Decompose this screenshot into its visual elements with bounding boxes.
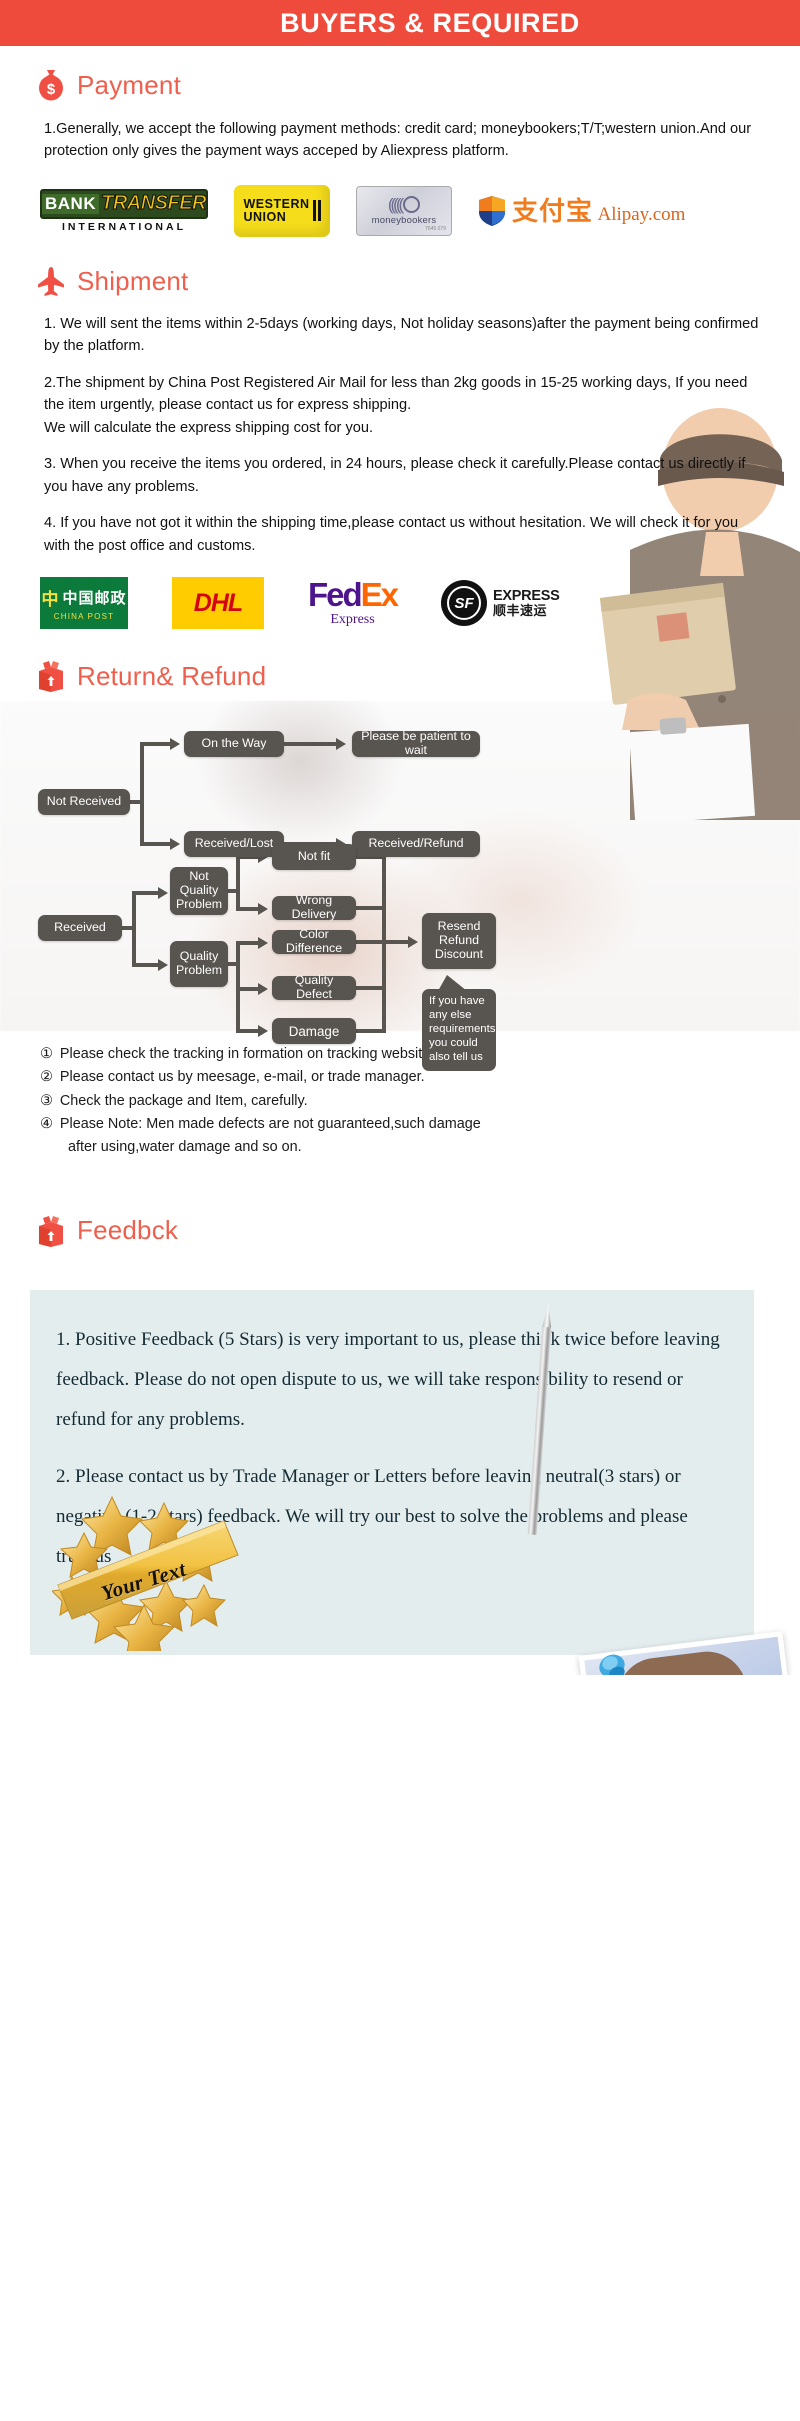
list-item: ① Please check the tracking in formation…: [40, 1043, 764, 1066]
western-union-line2: UNION: [243, 209, 287, 224]
note-text-2: Please contact us by meesage, e-mail, or…: [59, 1069, 425, 1086]
section-title-shipment: Shipment: [77, 266, 189, 297]
bank-transfer-word2: TRANSFER: [101, 192, 207, 215]
airplane-icon: [36, 265, 66, 299]
sf-initials: SF: [447, 586, 482, 621]
china-post-mark-icon: 中: [41, 590, 59, 610]
shipment-description: 1. We will sent the items within 2-5days…: [0, 313, 800, 557]
flow-node-on-the-way: On the Way: [184, 731, 284, 758]
return-refund-notes: ① Please check the tracking in formation…: [0, 1043, 800, 1160]
china-post-english-name: CHINA POST: [53, 612, 115, 622]
note-text-3: Check the package and Item, carefully.: [59, 1092, 308, 1109]
fedex-part2: Ex: [360, 576, 399, 614]
feedback-paragraph-1: 1. Positive Feedback (5 Stars) is very i…: [56, 1328, 720, 1430]
open-box-icon: [36, 1214, 66, 1248]
pushpin-icon: [586, 1650, 630, 1676]
payment-description: 1.Generally, we accept the following pay…: [0, 118, 800, 163]
payment-methods-row: BANK TRANSFER INTERNATIONAL WESTERN UNIO…: [0, 184, 800, 237]
section-header-return-refund: Return& Refund: [0, 659, 800, 693]
page-banner: BUYERS & REQUIRED: [0, 0, 800, 46]
fedex-subtitle: Express: [330, 612, 375, 628]
section-header-feedback: Feedbck: [0, 1214, 800, 1248]
flow-node-damage: Damage: [272, 1018, 356, 1045]
flow-node-received-lost: Received/Lost: [184, 831, 284, 858]
note-number-2: ②: [40, 1069, 53, 1086]
bank-transfer-word1: BANK: [42, 193, 100, 214]
alipay-chinese-name: 支付宝: [512, 195, 594, 226]
sf-english-name: EXPRESS: [493, 587, 560, 604]
note-text-4: Please Note: Men made defects are not gu…: [59, 1116, 481, 1133]
dhl-wordmark: DHL: [193, 588, 243, 617]
product-description-page: BUYERS & REQUIRED $ Payment 1.Generally,…: [0, 0, 800, 1676]
section-title-payment: Payment: [77, 69, 182, 100]
note-number-4: ④: [40, 1116, 53, 1133]
list-item: ③ Check the package and Item, carefully.: [40, 1090, 764, 1113]
section-header-payment: $ Payment: [0, 68, 800, 102]
fedex-part1: Fed: [308, 576, 363, 614]
flow-node-not-received: Not Received: [38, 789, 130, 816]
shipping-carriers-row: 中 中国邮政 CHINA POST DHL FedEx Express SF E…: [0, 576, 800, 630]
moneybookers-tiny-digits: 7645 079: [425, 225, 446, 232]
section-title-return-refund: Return& Refund: [77, 660, 267, 691]
note-number-3: ③: [40, 1092, 53, 1109]
svg-text:$: $: [47, 81, 56, 98]
flow-node-not-fit: Not fit: [272, 844, 356, 871]
flow-node-wrong-delivery: Wrong Delivery: [272, 893, 356, 921]
list-item: ② Please contact us by meesage, e-mail, …: [40, 1066, 764, 1089]
moneybookers-waves-icon: (((((: [388, 195, 421, 213]
section-title-feedback: Feedbck: [77, 1215, 179, 1246]
flow-node-received: Received: [38, 915, 122, 942]
moneybookers-logo: ((((( moneybookers 7645 079: [356, 185, 452, 236]
bank-transfer-logo: BANK TRANSFER INTERNATIONAL: [40, 188, 208, 233]
note-number-1: ①: [40, 1046, 53, 1063]
note-text-4-continued: after using,water damage and so on.: [68, 1139, 302, 1156]
flow-node-please-wait: Please be patient to wait: [352, 729, 480, 758]
money-bag-icon: $: [36, 68, 66, 102]
moneybookers-label: moneybookers: [371, 214, 437, 226]
list-item: ④ Please Note: Men made defects are not …: [40, 1113, 764, 1136]
shipment-item-1: 1. We will sent the items within 2-5days…: [44, 315, 759, 355]
sf-mark-icon: SF: [441, 580, 488, 627]
dhl-logo: DHL: [172, 577, 264, 630]
shipment-item-3: 3. When you receive the items you ordere…: [44, 456, 746, 495]
shield-icon: [478, 195, 506, 227]
flow-node-resend-refund-discount: Resend Refund Discount: [422, 913, 496, 970]
section-header-shipment: Shipment: [0, 265, 800, 299]
note-text-1: Please check the tracking in formation o…: [59, 1046, 435, 1063]
alipay-domain: Alipay.com: [597, 203, 686, 225]
banner-title: BUYERS & REQUIRED: [280, 7, 580, 38]
alipay-logo: 支付宝 Alipay.com: [478, 195, 685, 227]
flow-node-not-quality-problem: Not Quality Problem: [170, 867, 228, 916]
china-post-chinese-name: 中国邮政: [62, 590, 127, 608]
gold-star-badge: Your Text: [50, 1481, 242, 1665]
flow-node-quality-defect: Quality Defect: [272, 973, 356, 1001]
return-refund-flowchart: Not Received On the Way Please be patien…: [0, 701, 800, 1071]
payment-paragraph: 1.Generally, we accept the following pay…: [44, 121, 752, 160]
fedex-logo: FedEx Express: [308, 576, 399, 628]
shipment-item-2b: We will calculate the express shipping c…: [44, 419, 374, 436]
china-post-logo: 中 中国邮政 CHINA POST: [40, 577, 128, 630]
western-union-bars-icon: [312, 200, 321, 222]
flowchart-callout: If you have any else requirements you co…: [422, 975, 496, 1071]
shipment-item-4: 4. If you have not got it within the shi…: [44, 515, 739, 554]
sf-express-logo: SF EXPRESS 顺丰速运: [441, 580, 560, 627]
shipment-item-2: 2.The shipment by China Post Registered …: [44, 374, 748, 414]
flow-node-received-refund: Received/Refund: [352, 831, 480, 858]
open-box-icon: [36, 659, 66, 693]
feedback-text-panel: 1. Positive Feedback (5 Stars) is very i…: [30, 1289, 754, 1665]
bank-transfer-sub: INTERNATIONAL: [62, 220, 186, 233]
sf-chinese-name: 顺丰速运: [493, 603, 548, 618]
western-union-logo: WESTERN UNION: [234, 184, 330, 237]
flow-node-color-difference: Color Difference: [272, 927, 356, 955]
feedback-photo-person: [612, 1647, 760, 1676]
flow-node-quality-problem: Quality Problem: [170, 941, 228, 988]
